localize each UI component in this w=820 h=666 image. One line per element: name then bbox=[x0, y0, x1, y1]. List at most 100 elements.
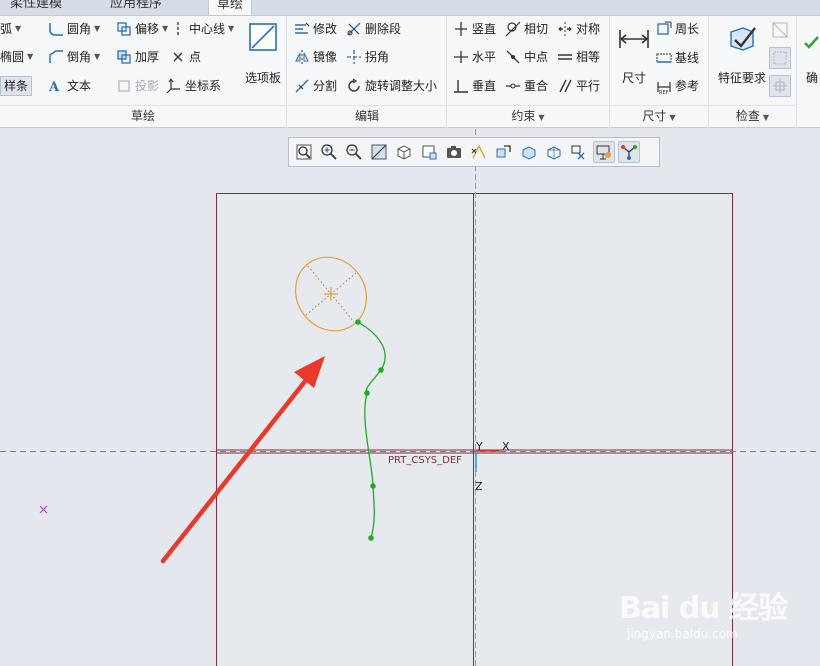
ribbon: 弧 ▼ 圆角 ▼ 偏移 ▼ 中心线 ▼ 椭圆 ▼ 倒角 ▼ 加厚 点 样条 A … bbox=[0, 16, 820, 128]
dimension-button[interactable]: 尺寸 bbox=[614, 22, 654, 86]
spin-center-button[interactable] bbox=[493, 141, 515, 163]
named-views-button[interactable] bbox=[418, 141, 440, 163]
symmetric-constraint-button[interactable]: 对称 bbox=[557, 18, 600, 40]
shading-button[interactable] bbox=[518, 141, 540, 163]
horizontal-label: 水平 bbox=[472, 50, 497, 64]
edit-group-label: 编辑 bbox=[354, 109, 379, 123]
annotation-display-button[interactable] bbox=[568, 141, 590, 163]
dropdown-arrow-icon[interactable]: ▼ bbox=[94, 46, 100, 68]
display-style-button[interactable] bbox=[443, 141, 465, 163]
divide-button[interactable]: 分割 bbox=[294, 75, 337, 97]
parallel-constraint-button[interactable]: 平行 bbox=[557, 75, 600, 97]
dropdown-arrow-icon[interactable]: ▼ bbox=[27, 46, 33, 68]
mirror-label: 镜像 bbox=[313, 50, 338, 64]
sketcher-display-filters-button[interactable] bbox=[618, 141, 640, 163]
tab-sketch[interactable]: 草绘 bbox=[208, 0, 253, 15]
dropdown-arrow-icon[interactable]: ▼ bbox=[228, 18, 234, 40]
reference-button[interactable]: REF 参考 bbox=[656, 75, 699, 97]
constrain-group-label[interactable]: 约束 ▼ bbox=[447, 108, 609, 124]
tangent-constraint-button[interactable]: 相切 bbox=[505, 18, 548, 40]
vertical-constraint-button[interactable]: 竖直 bbox=[453, 18, 496, 40]
camera-icon bbox=[447, 146, 461, 158]
display-filters-icon bbox=[621, 145, 637, 160]
saved-orientations-button[interactable] bbox=[393, 141, 415, 163]
ellipse-label: 椭圆 bbox=[0, 50, 25, 64]
perimeter-button[interactable]: 周长 bbox=[656, 18, 699, 40]
text-button[interactable]: A 文本 bbox=[48, 75, 91, 97]
refit-view-button[interactable] bbox=[293, 141, 315, 163]
spline-button[interactable]: 样条 bbox=[0, 76, 33, 96]
tab-flexible-modeling[interactable]: 柔性建模 bbox=[2, 0, 70, 15]
ellipse-button[interactable]: 椭圆 ▼ bbox=[0, 46, 33, 68]
project-button[interactable]: 投影 bbox=[116, 75, 159, 97]
sketch-group-label: 草绘 bbox=[130, 109, 155, 123]
dropdown-arrow-icon[interactable]: ▼ bbox=[94, 18, 100, 40]
project-label: 投影 bbox=[135, 79, 160, 93]
csys-name-label[interactable]: PRT_CSYS_DEF bbox=[388, 455, 462, 466]
tab-applications[interactable]: 应用程序 bbox=[102, 0, 170, 15]
modify-button[interactable]: 修改 bbox=[294, 18, 337, 40]
midpoint-constraint-button[interactable]: 中点 bbox=[505, 46, 548, 68]
dimension-group-label-text: 尺寸 bbox=[642, 109, 667, 123]
thicken-button[interactable]: 加厚 bbox=[116, 46, 159, 68]
delete-segment-button[interactable]: 删除段 bbox=[346, 18, 401, 40]
equal-label: 相等 bbox=[576, 50, 601, 64]
perpendicular-constraint-button[interactable]: 垂直 bbox=[453, 75, 496, 97]
spline-point[interactable] bbox=[355, 319, 361, 325]
dimension-group-label[interactable]: 尺寸 ▼ bbox=[610, 108, 708, 124]
csys-x-label: X bbox=[502, 440, 510, 453]
text-label: 文本 bbox=[67, 79, 92, 93]
datum-display-button[interactable] bbox=[468, 141, 490, 163]
equal-constraint-button[interactable]: 相等 bbox=[557, 46, 600, 68]
coincident-constraint-button[interactable]: 重合 bbox=[505, 75, 548, 97]
rotate-resize-label: 旋转调整大小 bbox=[365, 79, 438, 93]
watermark: Bai du 经验 jingyan.baidu.com bbox=[615, 583, 805, 653]
csys-button[interactable]: 坐标系 bbox=[166, 75, 221, 97]
feature-requirements-button[interactable]: 特征要求 bbox=[711, 22, 773, 86]
fillet-button[interactable]: 圆角 ▼ bbox=[48, 18, 100, 40]
spline-point[interactable] bbox=[368, 535, 374, 541]
sketch-point-marker[interactable] bbox=[39, 505, 48, 514]
horizontal-constraint-button[interactable]: 水平 bbox=[453, 46, 496, 68]
corner-button[interactable]: 拐角 bbox=[346, 46, 389, 68]
point-button[interactable]: 点 bbox=[170, 46, 201, 68]
equal-icon bbox=[558, 54, 572, 60]
palette-button[interactable]: 选项板 bbox=[240, 20, 286, 86]
inspect-small-button-2[interactable] bbox=[769, 47, 791, 69]
spline-point[interactable] bbox=[378, 367, 384, 373]
chamfer-icon bbox=[49, 50, 63, 63]
group-separator bbox=[709, 105, 796, 106]
baseline-button[interactable]: 基线 bbox=[656, 47, 699, 69]
spin-center-icon bbox=[496, 145, 511, 158]
divide-label: 分割 bbox=[313, 79, 338, 93]
zoom-out-button[interactable] bbox=[343, 141, 365, 163]
zoom-in-button[interactable] bbox=[318, 141, 340, 163]
mirror-button[interactable]: 镜像 bbox=[294, 46, 337, 68]
tangent-icon bbox=[505, 21, 521, 37]
dimension-label: 尺寸 bbox=[621, 71, 646, 85]
spline-point[interactable] bbox=[364, 390, 370, 396]
offset-button[interactable]: 偏移 ▼ bbox=[116, 18, 168, 40]
ok-label: 确 bbox=[806, 71, 819, 85]
inspect-small-button-1[interactable] bbox=[770, 20, 790, 40]
inspect-group-label[interactable]: 检查 ▼ bbox=[709, 108, 796, 124]
dropdown-arrow-icon[interactable]: ▼ bbox=[763, 113, 769, 122]
wireframe-button[interactable] bbox=[543, 141, 565, 163]
dropdown-arrow-icon[interactable]: ▼ bbox=[162, 18, 168, 40]
mirror-icon bbox=[295, 50, 309, 64]
dropdown-arrow-icon[interactable]: ▼ bbox=[669, 113, 675, 122]
ok-button[interactable]: 确 bbox=[802, 34, 820, 86]
inspect-small-button-3[interactable] bbox=[769, 75, 791, 97]
rotate-resize-button[interactable]: 旋转调整大小 bbox=[346, 75, 437, 97]
refit-icon bbox=[296, 144, 312, 160]
centerline-button[interactable]: 中心线 ▼ bbox=[170, 18, 234, 40]
repaint-button[interactable] bbox=[368, 141, 390, 163]
dropdown-arrow-icon[interactable]: ▼ bbox=[15, 18, 21, 40]
spline-point[interactable] bbox=[370, 483, 376, 489]
coincident-icon bbox=[506, 83, 520, 89]
sketch-view-button[interactable] bbox=[593, 141, 615, 163]
arc-button[interactable]: 弧 ▼ bbox=[0, 18, 21, 40]
offset-icon bbox=[117, 22, 131, 36]
dropdown-arrow-icon[interactable]: ▼ bbox=[538, 113, 544, 122]
chamfer-button[interactable]: 倒角 ▼ bbox=[48, 46, 100, 68]
